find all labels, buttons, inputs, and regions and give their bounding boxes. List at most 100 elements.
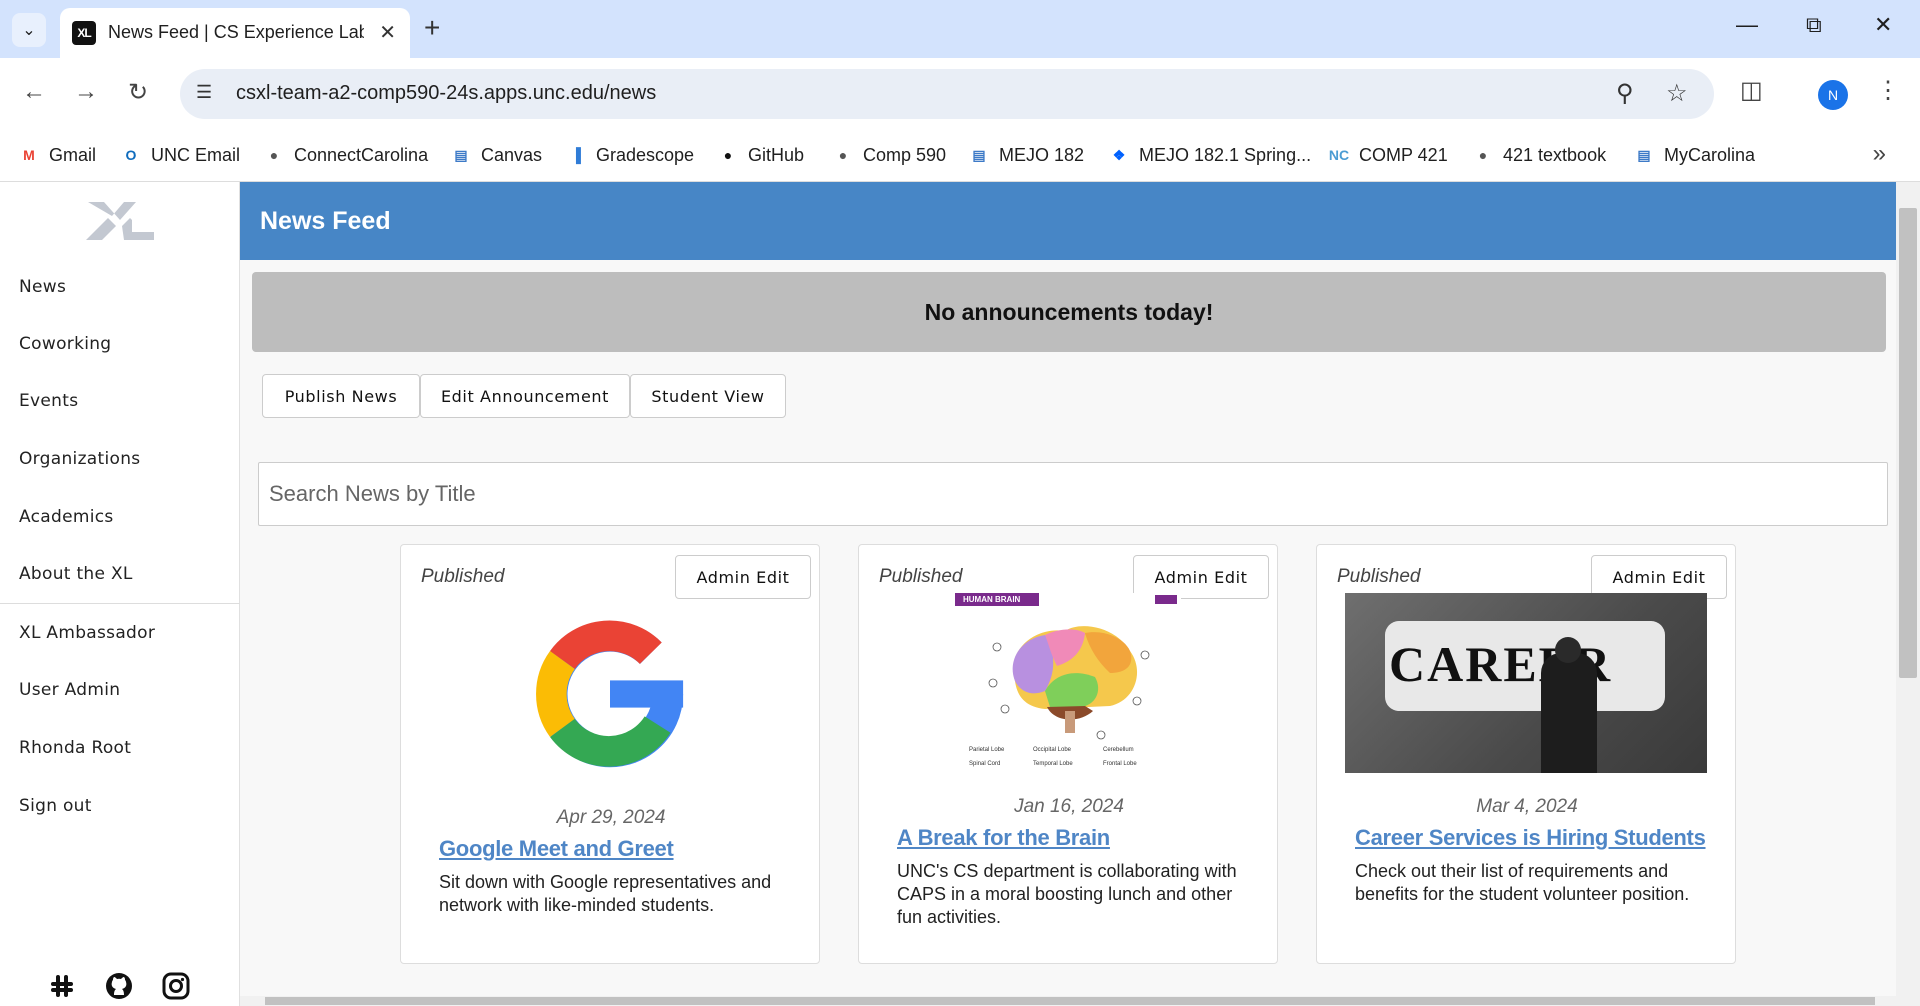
unc-icon: NC [1328,147,1350,163]
bookmark-label: ConnectCarolina [294,144,429,165]
bookmark-gradescope[interactable]: ▐ Gradescope [565,140,694,170]
back-icon[interactable]: ← [22,78,46,106]
post-date: Mar 4, 2024 [1476,796,1578,817]
browser-toolbar: ← → ↻ ☰ csxl-team-a2-comp590-24s.apps.un… [0,58,1920,130]
search-input[interactable] [259,463,1887,525]
site-info-icon[interactable]: ☰ [196,82,212,103]
globe-icon: ● [838,147,848,163]
slack-icon[interactable] [47,971,77,1001]
sidebar-item-rhonda-root[interactable]: Rhonda Root [19,738,131,758]
status-label: Published [421,566,505,587]
post-summary: Sit down with Google representatives and… [439,872,772,915]
building-icon: ▤ [1637,146,1651,163]
post-date: Jan 16, 2024 [1014,796,1124,817]
building-icon: ▤ [454,146,468,163]
minimize-icon[interactable]: — [1736,12,1758,38]
sidebar-item-xl-ambassador[interactable]: XL Ambassador [19,623,155,643]
xl-favicon-icon: XL [72,21,96,45]
profile-avatar[interactable]: N [1818,80,1848,110]
extensions-icon[interactable]: ◫ [1740,76,1763,105]
bookmark-connectcarolina[interactable]: ● ConnectCarolina [263,140,428,170]
bookmark-mejo-182[interactable]: ▤ MEJO 182 [968,140,1084,170]
tab-strip: ⌄ XL News Feed | CS Experience Labs ✕ + … [0,0,1920,58]
bookmark-unc-email[interactable]: O UNC Email [120,140,240,170]
career-puzzle-image: CAREER [1345,593,1707,773]
search-box[interactable] [258,462,1888,526]
sidebar-divider [0,603,240,604]
status-label: Published [879,566,963,587]
address-bar[interactable]: ☰ csxl-team-a2-comp590-24s.apps.unc.edu/… [180,69,1714,119]
student-view-button[interactable]: Student View [630,374,786,418]
building-icon: ▤ [972,146,986,163]
sidebar-item-academics[interactable]: Academics [19,507,114,527]
bookmark-comp-590[interactable]: ● Comp 590 [832,140,946,170]
news-card: Published Admin Edit CAREER Mar 4, 2024 … [1316,544,1736,964]
sidebar-item-sign-out[interactable]: Sign out [19,796,92,816]
bookmark-mejo-182-1-spring[interactable]: ❖ MEJO 182.1 Spring... [1108,140,1311,170]
instagram-icon[interactable] [161,971,191,1001]
sidebar-item-about-the-xl[interactable]: About the XL [19,564,133,584]
new-tab-button[interactable]: + [424,12,440,44]
status-label: Published [1337,566,1421,587]
bookmark-label: 421 textbook [1503,144,1607,165]
image-header-label: HUMAN BRAIN [955,593,1039,606]
post-title-link[interactable]: Google Meet and Greet [439,836,674,862]
bookmark-label: Gmail [49,144,97,165]
close-window-icon[interactable]: ✕ [1874,12,1892,38]
brain-legend: Parietal Lobe Occipital Lobe Cerebellum Sp… [969,747,1137,767]
sidebar-item-news[interactable]: News [19,277,66,297]
edit-announcement-button[interactable]: Edit Announcement [420,374,630,418]
brain-illustration [988,626,1150,740]
chevron-down-icon: ⌄ [22,22,36,39]
reload-icon[interactable]: ↻ [128,78,148,107]
sidebar-item-organizations[interactable]: Organizations [19,449,140,469]
url-text[interactable]: csxl-team-a2-comp590-24s.apps.unc.edu/ne… [236,82,656,105]
bookmark-label: GitHub [748,144,805,165]
app: News Coworking Events Organizations Academic… [0,182,1920,1006]
post-summary: UNC's CS department is collaborating wit… [897,861,1237,927]
more-bookmarks-icon[interactable]: » [1873,140,1886,168]
image-badge [1155,595,1177,604]
close-tab-icon[interactable]: ✕ [379,20,396,45]
active-tab[interactable]: XL News Feed | CS Experience Labs ✕ [60,8,410,58]
globe-icon: ● [269,147,279,163]
bookmark-canvas[interactable]: ▤ Canvas [450,140,542,170]
sidebar-item-coworking[interactable]: Coworking [19,334,111,354]
bookmark-mycarolina[interactable]: ▤ MyCarolina [1633,140,1755,170]
admin-edit-button[interactable]: Admin Edit [675,555,811,599]
post-title-link[interactable]: A Break for the Brain [897,825,1110,851]
post-date: Apr 29, 2024 [556,807,666,828]
news-card: Published Admin Edit HUMAN BRAIN Parieta… [858,544,1278,964]
forward-icon[interactable]: → [74,78,98,106]
sidebar-item-events[interactable]: Events [19,391,78,411]
google-logo-icon [536,620,684,768]
vertical-scroll-thumb[interactable] [1899,208,1917,678]
post-title-link[interactable]: Career Services is Hiring Students [1355,825,1706,851]
sidebar-item-user-admin[interactable]: User Admin [19,680,120,700]
bookmark-label: MyCarolina [1664,144,1756,165]
publish-news-button[interactable]: Publish News [262,374,420,418]
bookmark-label: Comp 590 [863,144,947,165]
bookmark-label: UNC Email [151,144,241,165]
bookmark-label: MEJO 182 [999,144,1085,165]
bookmark-gmail[interactable]: M Gmail [18,140,96,170]
restore-icon[interactable]: ⧉ [1806,12,1822,38]
tab-title: News Feed | CS Experience Labs [108,22,364,42]
news-card: Published Admin Edit Apr 29, 2024 Google… [400,544,820,964]
github-icon: ● [723,147,733,163]
bookmark-421-textbook[interactable]: ● 421 textbook [1472,140,1606,170]
horizontal-scroll-thumb[interactable] [265,997,1875,1005]
bookmarks-bar: M Gmail O UNC Email ● ConnectCarolina ▤ Canvas ▐… [0,130,1920,182]
xl-logo-icon[interactable] [84,198,156,244]
bookmark-github[interactable]: ● GitHub [717,140,804,170]
dropbox-icon: ❖ [1112,146,1126,163]
github-icon[interactable] [104,971,134,1001]
menu-kebab-icon[interactable]: ⋮ [1876,76,1900,105]
zoom-icon[interactable]: ⚲ [1616,79,1634,108]
tab-search-button[interactable]: ⌄ [12,13,46,47]
bookmark-comp-421[interactable]: NC COMP 421 [1328,140,1448,170]
bookmark-star-icon[interactable]: ☆ [1666,79,1688,108]
globe-icon: ● [1478,147,1488,163]
businessman-head [1555,637,1581,663]
bookmark-label: Canvas [481,144,543,165]
